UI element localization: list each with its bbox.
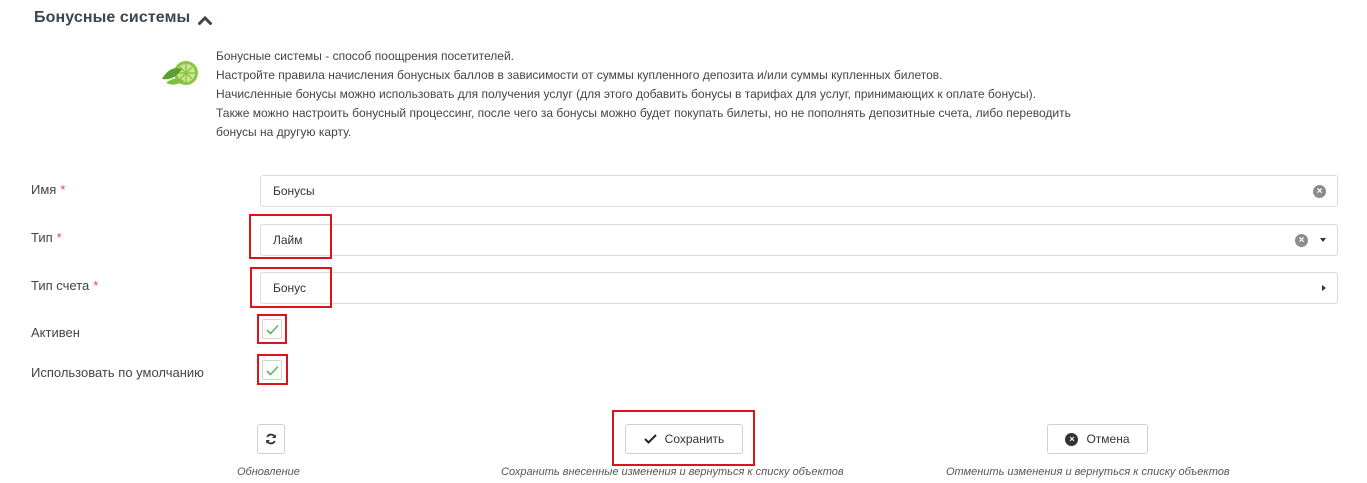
account-type-label: Тип счета * [31,278,99,293]
required-mark: * [56,230,62,245]
info-line: бонусы на другую карту. [216,125,352,139]
caret-right-icon[interactable] [1322,285,1326,291]
refresh-icon [266,433,276,445]
account-type-value: Бонус [273,281,307,295]
cancel-label: Отмена [1086,432,1130,446]
required-mark: * [60,182,66,197]
type-value: Лайм [273,233,303,247]
x-circle-icon: × [1065,432,1079,446]
clear-icon[interactable]: × [1295,233,1308,247]
caret-down-icon[interactable] [1320,238,1326,242]
refresh-caption: Обновление [237,466,300,478]
account-type-select[interactable]: Бонус [260,272,1338,304]
active-label: Активен [31,325,80,340]
info-line: Настройте правила начисления бонусных ба… [216,68,943,82]
highlight-box [250,267,332,308]
name-label: Имя * [31,182,66,197]
chevron-up-icon[interactable] [198,15,213,25]
info-block: Бонусные системы - способ поощрения посе… [160,47,1071,142]
cancel-button[interactable]: × Отмена [1047,424,1148,454]
section-title: Бонусные системы [34,9,191,26]
highlight-box [257,314,287,344]
type-select[interactable]: Лайм × [260,224,1338,256]
cancel-caption: Отменить изменения и вернуться к списку … [946,466,1230,478]
save-caption: Сохранить внесенные изменения и вернутьс… [501,466,844,478]
default-label: Использовать по умолчанию [31,365,204,380]
info-line: Начисленные бонусы можно использовать дл… [216,87,1036,101]
info-line: Также можно настроить бонусный процессин… [216,106,1071,120]
section-header[interactable]: Бонусные системы [34,9,213,27]
save-button[interactable]: Сохранить [625,424,743,454]
check-icon [643,434,657,444]
type-label: Тип * [31,230,62,245]
required-mark: * [93,278,99,293]
highlight-box [257,354,288,385]
highlight-box [249,214,332,259]
info-line: Бонусные системы - способ поощрения посе… [216,49,514,63]
clear-icon[interactable]: × [1313,184,1326,198]
save-label: Сохранить [664,432,725,446]
info-text: Бонусные системы - способ поощрения посе… [216,47,1071,142]
refresh-button[interactable] [257,424,285,454]
lime-icon [162,61,198,85]
name-input[interactable]: Бонусы × [260,175,1338,207]
name-value: Бонусы [273,184,315,198]
